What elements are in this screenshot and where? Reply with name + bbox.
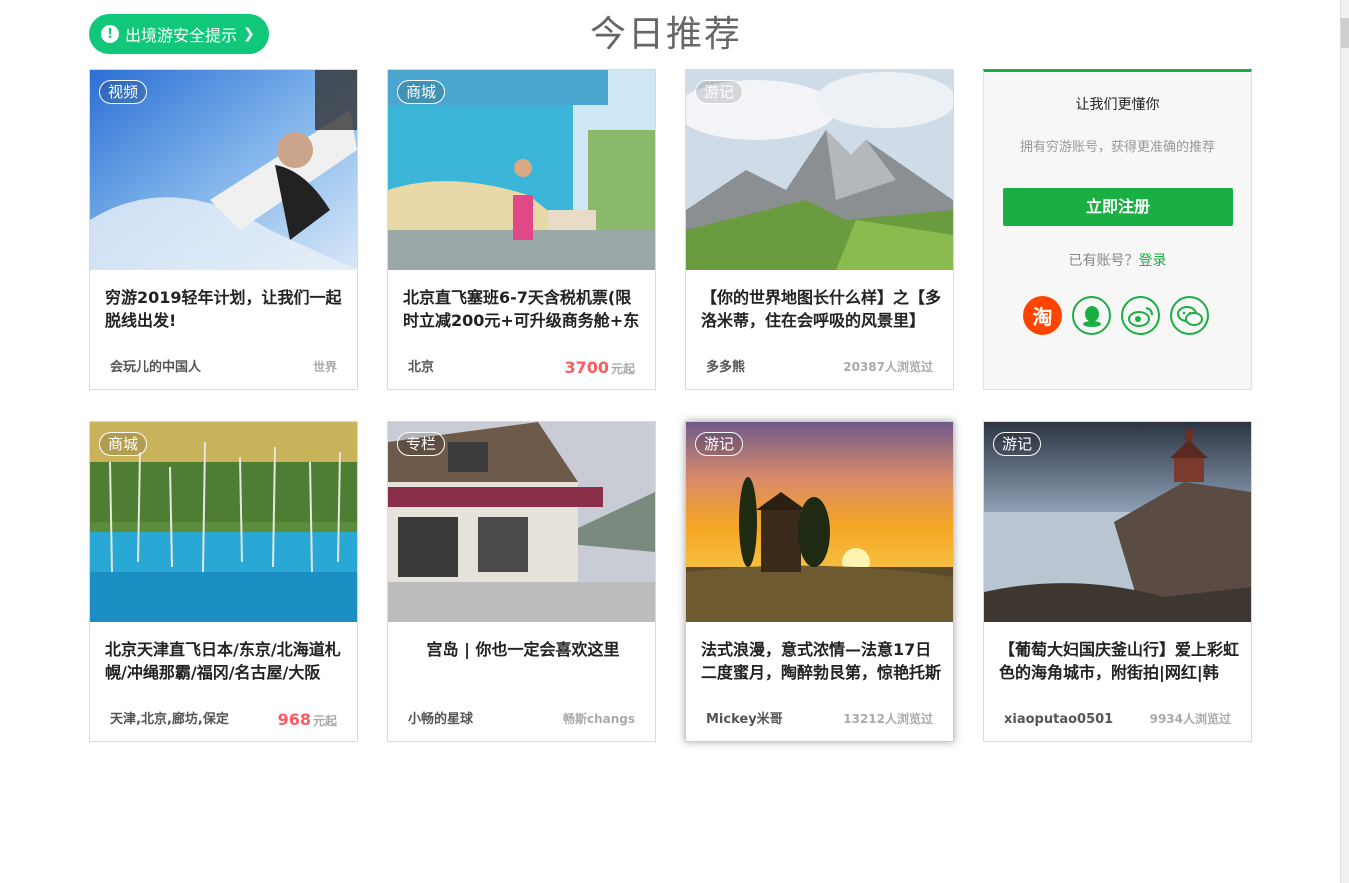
card-tag: 商城	[397, 80, 446, 104]
page-scrollbar[interactable]	[1340, 0, 1349, 883]
login-link[interactable]: 登录	[1139, 253, 1167, 269]
card-meta: 20387人浏览过	[843, 360, 933, 374]
have-account-label: 已有账号？	[1068, 253, 1139, 269]
taobao-icon[interactable]: 淘	[1023, 296, 1062, 335]
recommend-card[interactable]: 游记 【你的世界地图长什么样】之【多洛米蒂，住在会呼吸的风景里】 多多熊 203…	[685, 69, 954, 390]
recommend-card[interactable]: 游记 【葡萄大妇国庆釜山行】爱上彩虹色的海角城市，附街拍|网红|韩 xiaopu…	[983, 421, 1252, 742]
card-meta: 畅斯changs	[562, 712, 635, 726]
price-value: 968	[277, 710, 311, 729]
register-button[interactable]: 立即注册	[1003, 188, 1233, 226]
card-meta: 世界	[312, 360, 337, 374]
qq-icon[interactable]	[1072, 296, 1111, 335]
login-heading: 让我们更懂你	[1075, 97, 1160, 113]
card-author: 北京	[408, 360, 435, 375]
card-title[interactable]: 穷游2019轻年计划，让我们一起脱线出发!	[105, 286, 345, 332]
card-tag: 游记	[993, 432, 1042, 456]
card-title[interactable]: 【你的世界地图长什么样】之【多洛米蒂，住在会呼吸的风景里】	[701, 286, 941, 332]
price-value: 3700	[564, 358, 609, 377]
card-title[interactable]: 【葡萄大妇国庆釜山行】爱上彩虹色的海角城市，附街拍|网红|韩	[999, 638, 1239, 684]
safety-tip-label: 出境游安全提示	[125, 26, 238, 45]
card-meta: 13212人浏览过	[843, 712, 933, 726]
card-author: 会玩儿的中国人	[110, 360, 202, 375]
exclamation-icon: !	[101, 25, 119, 43]
weibo-icon[interactable]	[1121, 296, 1160, 335]
chevron-right-icon: ❯	[243, 26, 255, 42]
card-author: 多多熊	[706, 360, 746, 375]
card-title[interactable]: 宫岛 | 你也一定会喜欢这里	[403, 638, 643, 684]
recommend-card[interactable]: 专栏 宫岛 | 你也一定会喜欢这里 小畅的星球 畅斯changs	[387, 421, 656, 742]
card-meta: 9934人浏览过	[1149, 712, 1231, 726]
card-title[interactable]: 北京直飞塞班6-7天含税机票(限时立减200元+可升级商务舱+东	[403, 286, 643, 332]
card-author: xiaoputao0501	[1004, 712, 1114, 727]
card-tag: 专栏	[397, 432, 446, 456]
card-author: 小畅的星球	[408, 712, 474, 727]
recommend-card[interactable]: 商城 北京天津直飞日本/东京/北海道札幌/冲绳那霸/福冈/名古屋/大阪 天津,北…	[89, 421, 358, 742]
social-login-row: 淘	[1023, 296, 1209, 335]
card-price: 968 元起	[278, 710, 337, 729]
card-tag: 游记	[695, 432, 744, 456]
price-unit: 元起	[610, 362, 635, 376]
card-tag: 视频	[99, 80, 148, 104]
card-author: Mickey米哥	[706, 712, 783, 727]
card-price: 3700 元起	[564, 358, 635, 377]
card-author: 天津,北京,廊坊,保定	[110, 712, 229, 727]
price-unit: 元起	[312, 714, 337, 728]
login-panel: 让我们更懂你 拥有穷游账号，获得更准确的推荐 立即注册 已有账号？登录 淘	[983, 69, 1252, 390]
card-title[interactable]: 北京天津直飞日本/东京/北海道札幌/冲绳那霸/福冈/名古屋/大阪	[105, 638, 345, 684]
taobao-glyph: 淘	[1032, 305, 1053, 329]
page-title: 今日推荐	[589, 14, 742, 55]
recommend-card[interactable]: 游记 法式浪漫，意式浓情—法意17日二度蜜月，陶醉勃艮第，惊艳托斯 Mickey…	[685, 421, 954, 742]
safety-tip-button[interactable]: ! 出境游安全提示 ❯	[89, 14, 269, 54]
recommend-card[interactable]: 商城 北京直飞塞班6-7天含税机票(限时立减200元+可升级商务舱+东 北京 3…	[387, 69, 656, 390]
card-tag: 商城	[99, 432, 148, 456]
have-account-text: 已有账号？登录	[984, 250, 1251, 270]
login-subtitle: 拥有穷游账号，获得更准确的推荐	[1019, 140, 1215, 155]
recommend-card[interactable]: 视频 穷游2019轻年计划，让我们一起脱线出发! 会玩儿的中国人 世界	[89, 69, 358, 390]
wechat-icon[interactable]	[1170, 296, 1209, 335]
card-title[interactable]: 法式浪漫，意式浓情—法意17日二度蜜月，陶醉勃艮第，惊艳托斯	[701, 638, 941, 684]
card-tag: 游记	[695, 80, 744, 104]
scrollbar-thumb[interactable]	[1341, 18, 1349, 48]
